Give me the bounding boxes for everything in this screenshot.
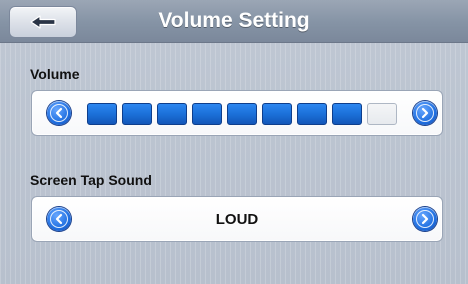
volume-level-segment[interactable]: [227, 103, 257, 125]
volume-setting-screen: Volume Setting Volume Screen Tap Sound L…: [0, 0, 468, 284]
tap-sound-value: LOUD: [215, 210, 259, 228]
volume-level-segment[interactable]: [332, 103, 362, 125]
arrow-left-icon: [30, 15, 56, 29]
volume-control: [31, 90, 443, 136]
volume-level-segment[interactable]: [122, 103, 152, 125]
volume-level-bar[interactable]: [87, 103, 397, 125]
volume-level-segment[interactable]: [157, 103, 187, 125]
volume-level-segment[interactable]: [297, 103, 327, 125]
tap-sound-next-button[interactable]: [413, 207, 437, 231]
volume-level-segment[interactable]: [87, 103, 117, 125]
volume-increase-button[interactable]: [413, 101, 437, 125]
title-bar: Volume Setting: [0, 0, 468, 43]
volume-label: Volume: [30, 66, 80, 82]
volume-level-segment[interactable]: [192, 103, 222, 125]
volume-decrease-button[interactable]: [47, 101, 71, 125]
tap-sound-control: LOUD: [31, 196, 443, 242]
screen-tap-sound-label: Screen Tap Sound: [30, 172, 152, 188]
volume-level-segment[interactable]: [367, 103, 397, 125]
back-button[interactable]: [9, 6, 77, 38]
volume-level-segment[interactable]: [262, 103, 292, 125]
